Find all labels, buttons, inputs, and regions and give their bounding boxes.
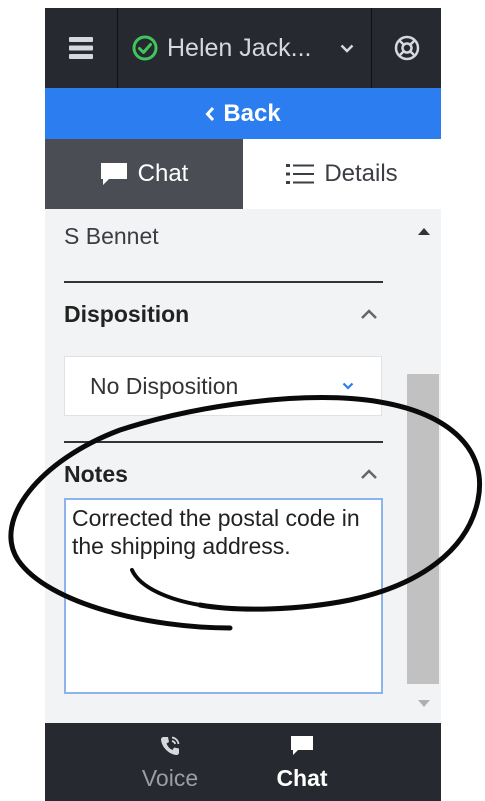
- disposition-value: No Disposition: [90, 372, 239, 399]
- disposition-select[interactable]: No Disposition: [64, 356, 382, 416]
- nav-chat[interactable]: Chat: [237, 723, 367, 801]
- nav-voice[interactable]: Voice: [105, 723, 235, 801]
- phone-icon: [161, 736, 180, 755]
- nav-voice-label: Voice: [141, 765, 199, 791]
- section-divider: [64, 281, 383, 283]
- tab-chat[interactable]: Chat: [45, 139, 243, 209]
- lifebuoy-icon: [394, 35, 419, 61]
- chevron-up-icon[interactable]: [360, 309, 378, 320]
- contact-name: S Bennet: [64, 223, 159, 249]
- scroll-down-arrow[interactable]: [417, 699, 431, 708]
- chevron-up-icon[interactable]: [360, 469, 378, 480]
- tab-details-label: Details: [324, 160, 398, 187]
- chevron-down-icon: [342, 382, 354, 390]
- chat-bubble-icon: [100, 163, 127, 185]
- section-divider: [64, 441, 383, 443]
- agent-status-button[interactable]: Helen Jack...: [118, 8, 371, 88]
- notes-textarea[interactable]: Corrected the postal code in the shippin…: [64, 498, 383, 694]
- details-content: S Bennet Disposition No Disposition Note…: [45, 209, 441, 723]
- back-button[interactable]: Back: [45, 88, 441, 139]
- scrollbar-thumb[interactable]: [407, 374, 439, 684]
- top-bar: Helen Jack...: [45, 8, 441, 88]
- support-button[interactable]: [372, 8, 441, 88]
- hamburger-icon: [69, 37, 93, 59]
- bottom-nav: Voice Chat: [45, 723, 441, 801]
- chevron-down-icon: [340, 44, 353, 53]
- scroll-up-arrow[interactable]: [417, 227, 431, 236]
- notes-title: Notes: [64, 461, 128, 487]
- list-icon: [286, 164, 315, 184]
- nav-chat-label: Chat: [276, 765, 328, 791]
- ready-status-icon: [132, 35, 158, 61]
- tab-details[interactable]: Details: [243, 139, 441, 209]
- agent-name: Helen Jack...: [167, 33, 312, 62]
- menu-button[interactable]: [45, 8, 117, 88]
- agent-panel: Helen Jack... Back Chat Details S Bennet…: [45, 8, 441, 801]
- back-label: Back: [223, 99, 281, 127]
- chat-bubble-icon: [291, 736, 313, 755]
- chevron-left-icon: [205, 106, 215, 121]
- disposition-title: Disposition: [64, 301, 190, 327]
- tab-chat-label: Chat: [137, 160, 189, 187]
